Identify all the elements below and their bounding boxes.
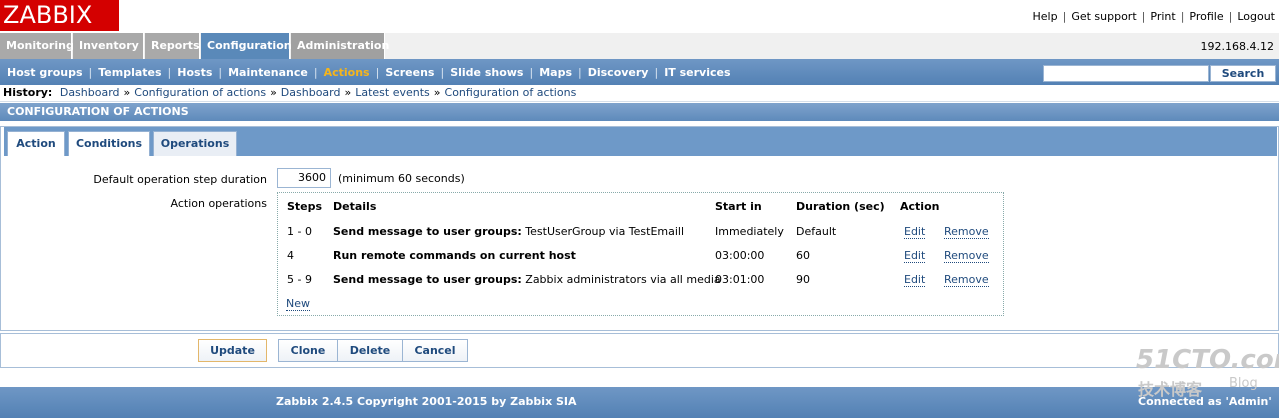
menu-inventory[interactable]: Inventory	[73, 33, 144, 59]
row3-start-in: 03:01:00	[715, 273, 765, 286]
row2-start-in: 03:00:00	[715, 249, 765, 262]
row3-duration: 90	[796, 273, 810, 286]
search-input[interactable]	[1043, 65, 1209, 82]
submenu-it-services[interactable]: IT services	[664, 66, 730, 79]
watermark-line3: Blog	[1229, 376, 1258, 391]
menu-administration[interactable]: Administration	[291, 33, 389, 59]
operations-label: Action operations	[170, 197, 268, 210]
row2-details: Run remote commands on current host	[333, 249, 576, 262]
search-button[interactable]: Search	[1210, 65, 1276, 82]
submenu-host-groups[interactable]: Host groups	[7, 66, 83, 79]
history-label: History:	[3, 86, 53, 99]
page-title: CONFIGURATION OF ACTIONS	[0, 103, 1279, 121]
submenu-hosts[interactable]: Hosts	[177, 66, 212, 79]
tab-operations[interactable]: Operations	[153, 131, 237, 156]
cancel-button[interactable]: Cancel	[402, 339, 468, 362]
history-item[interactable]: Configuration of actions	[134, 86, 266, 99]
row2-remove-link[interactable]: Remove	[944, 249, 989, 263]
row2-steps: 4	[287, 249, 294, 262]
watermark-brand: 51CTO.com	[1136, 345, 1279, 375]
col-start-in: Start in	[715, 200, 762, 213]
breadcrumb: History: Dashboard» Configuration of acti…	[0, 85, 1279, 102]
zabbix-logo[interactable]: ZABBIX	[0, 0, 119, 31]
submenu-screens[interactable]: Screens	[385, 66, 434, 79]
footer: Zabbix 2.4.5 Copyright 2001-2015 by Zabb…	[0, 387, 1279, 418]
submenu-discovery[interactable]: Discovery	[588, 66, 649, 79]
col-details: Details	[333, 200, 377, 213]
submenu-slide-shows[interactable]: Slide shows	[450, 66, 523, 79]
tab-action[interactable]: Action	[7, 131, 65, 156]
col-action: Action	[900, 200, 940, 213]
row3-edit-link[interactable]: Edit	[904, 273, 926, 287]
header-links: Help | Get support | Print | Profile | Logout	[1032, 10, 1275, 23]
update-button[interactable]: Update	[198, 339, 267, 362]
top-header: ZABBIX Help | Get support | Print | Profile | Lo…	[0, 0, 1279, 33]
submenu-actions[interactable]: Actions	[324, 66, 370, 79]
profile-link[interactable]: Profile	[1189, 10, 1223, 23]
menu-reports[interactable]: Reports	[145, 33, 200, 59]
step-duration-input[interactable]: 3600	[277, 168, 331, 188]
logout-link[interactable]: Logout	[1237, 10, 1275, 23]
row3-details: Send message to user groups: Zabbix admi…	[333, 273, 721, 286]
tab-bar: Action Conditions Operations	[4, 127, 1277, 156]
history-item[interactable]: Dashboard	[281, 86, 341, 99]
submenu-templates[interactable]: Templates	[98, 66, 161, 79]
help-link[interactable]: Help	[1033, 10, 1058, 23]
footer-copyright: Zabbix 2.4.5 Copyright 2001-2015 by Zabb…	[276, 395, 577, 408]
row3-steps: 5 - 9	[287, 273, 312, 286]
history-item[interactable]: Dashboard	[60, 86, 120, 99]
row1-duration: Default	[796, 225, 837, 238]
row1-steps: 1 - 0	[287, 225, 312, 238]
submenu-maps[interactable]: Maps	[539, 66, 572, 79]
row2-duration: 60	[796, 249, 810, 262]
print-link[interactable]: Print	[1150, 10, 1175, 23]
watermark-line2: 技术博客	[1138, 380, 1203, 399]
menu-monitoring[interactable]: Monitoring	[0, 33, 74, 59]
clone-button[interactable]: Clone	[278, 339, 338, 362]
delete-button[interactable]: Delete	[337, 339, 403, 362]
step-duration-label: Default operation step duration	[93, 173, 267, 186]
server-ip: 192.168.4.12	[1200, 40, 1274, 53]
tab-conditions[interactable]: Conditions	[68, 131, 150, 156]
col-duration: Duration (sec)	[796, 200, 885, 213]
step-duration-hint: (minimum 60 seconds)	[338, 172, 465, 185]
row1-details: Send message to user groups: TestUserGro…	[333, 225, 685, 238]
history-item[interactable]: Configuration of actions	[445, 86, 577, 99]
button-bar	[0, 333, 1279, 368]
row1-remove-link[interactable]: Remove	[944, 225, 989, 239]
new-operation-link[interactable]: New	[286, 297, 310, 311]
submenu-maintenance[interactable]: Maintenance	[228, 66, 308, 79]
menu-configuration[interactable]: Configuration	[201, 33, 292, 59]
history-item[interactable]: Latest events	[355, 86, 430, 99]
main-menu: Monitoring Inventory Reports Configurati…	[0, 33, 1279, 59]
row1-edit-link[interactable]: Edit	[904, 225, 926, 239]
row1-start-in: Immediately	[715, 225, 784, 238]
row2-edit-link[interactable]: Edit	[904, 249, 926, 263]
get-support-link[interactable]: Get support	[1071, 10, 1136, 23]
operations-table: Steps Details Start in Duration (sec) Ac…	[277, 192, 1004, 316]
col-steps: Steps	[287, 200, 323, 213]
row3-remove-link[interactable]: Remove	[944, 273, 989, 287]
